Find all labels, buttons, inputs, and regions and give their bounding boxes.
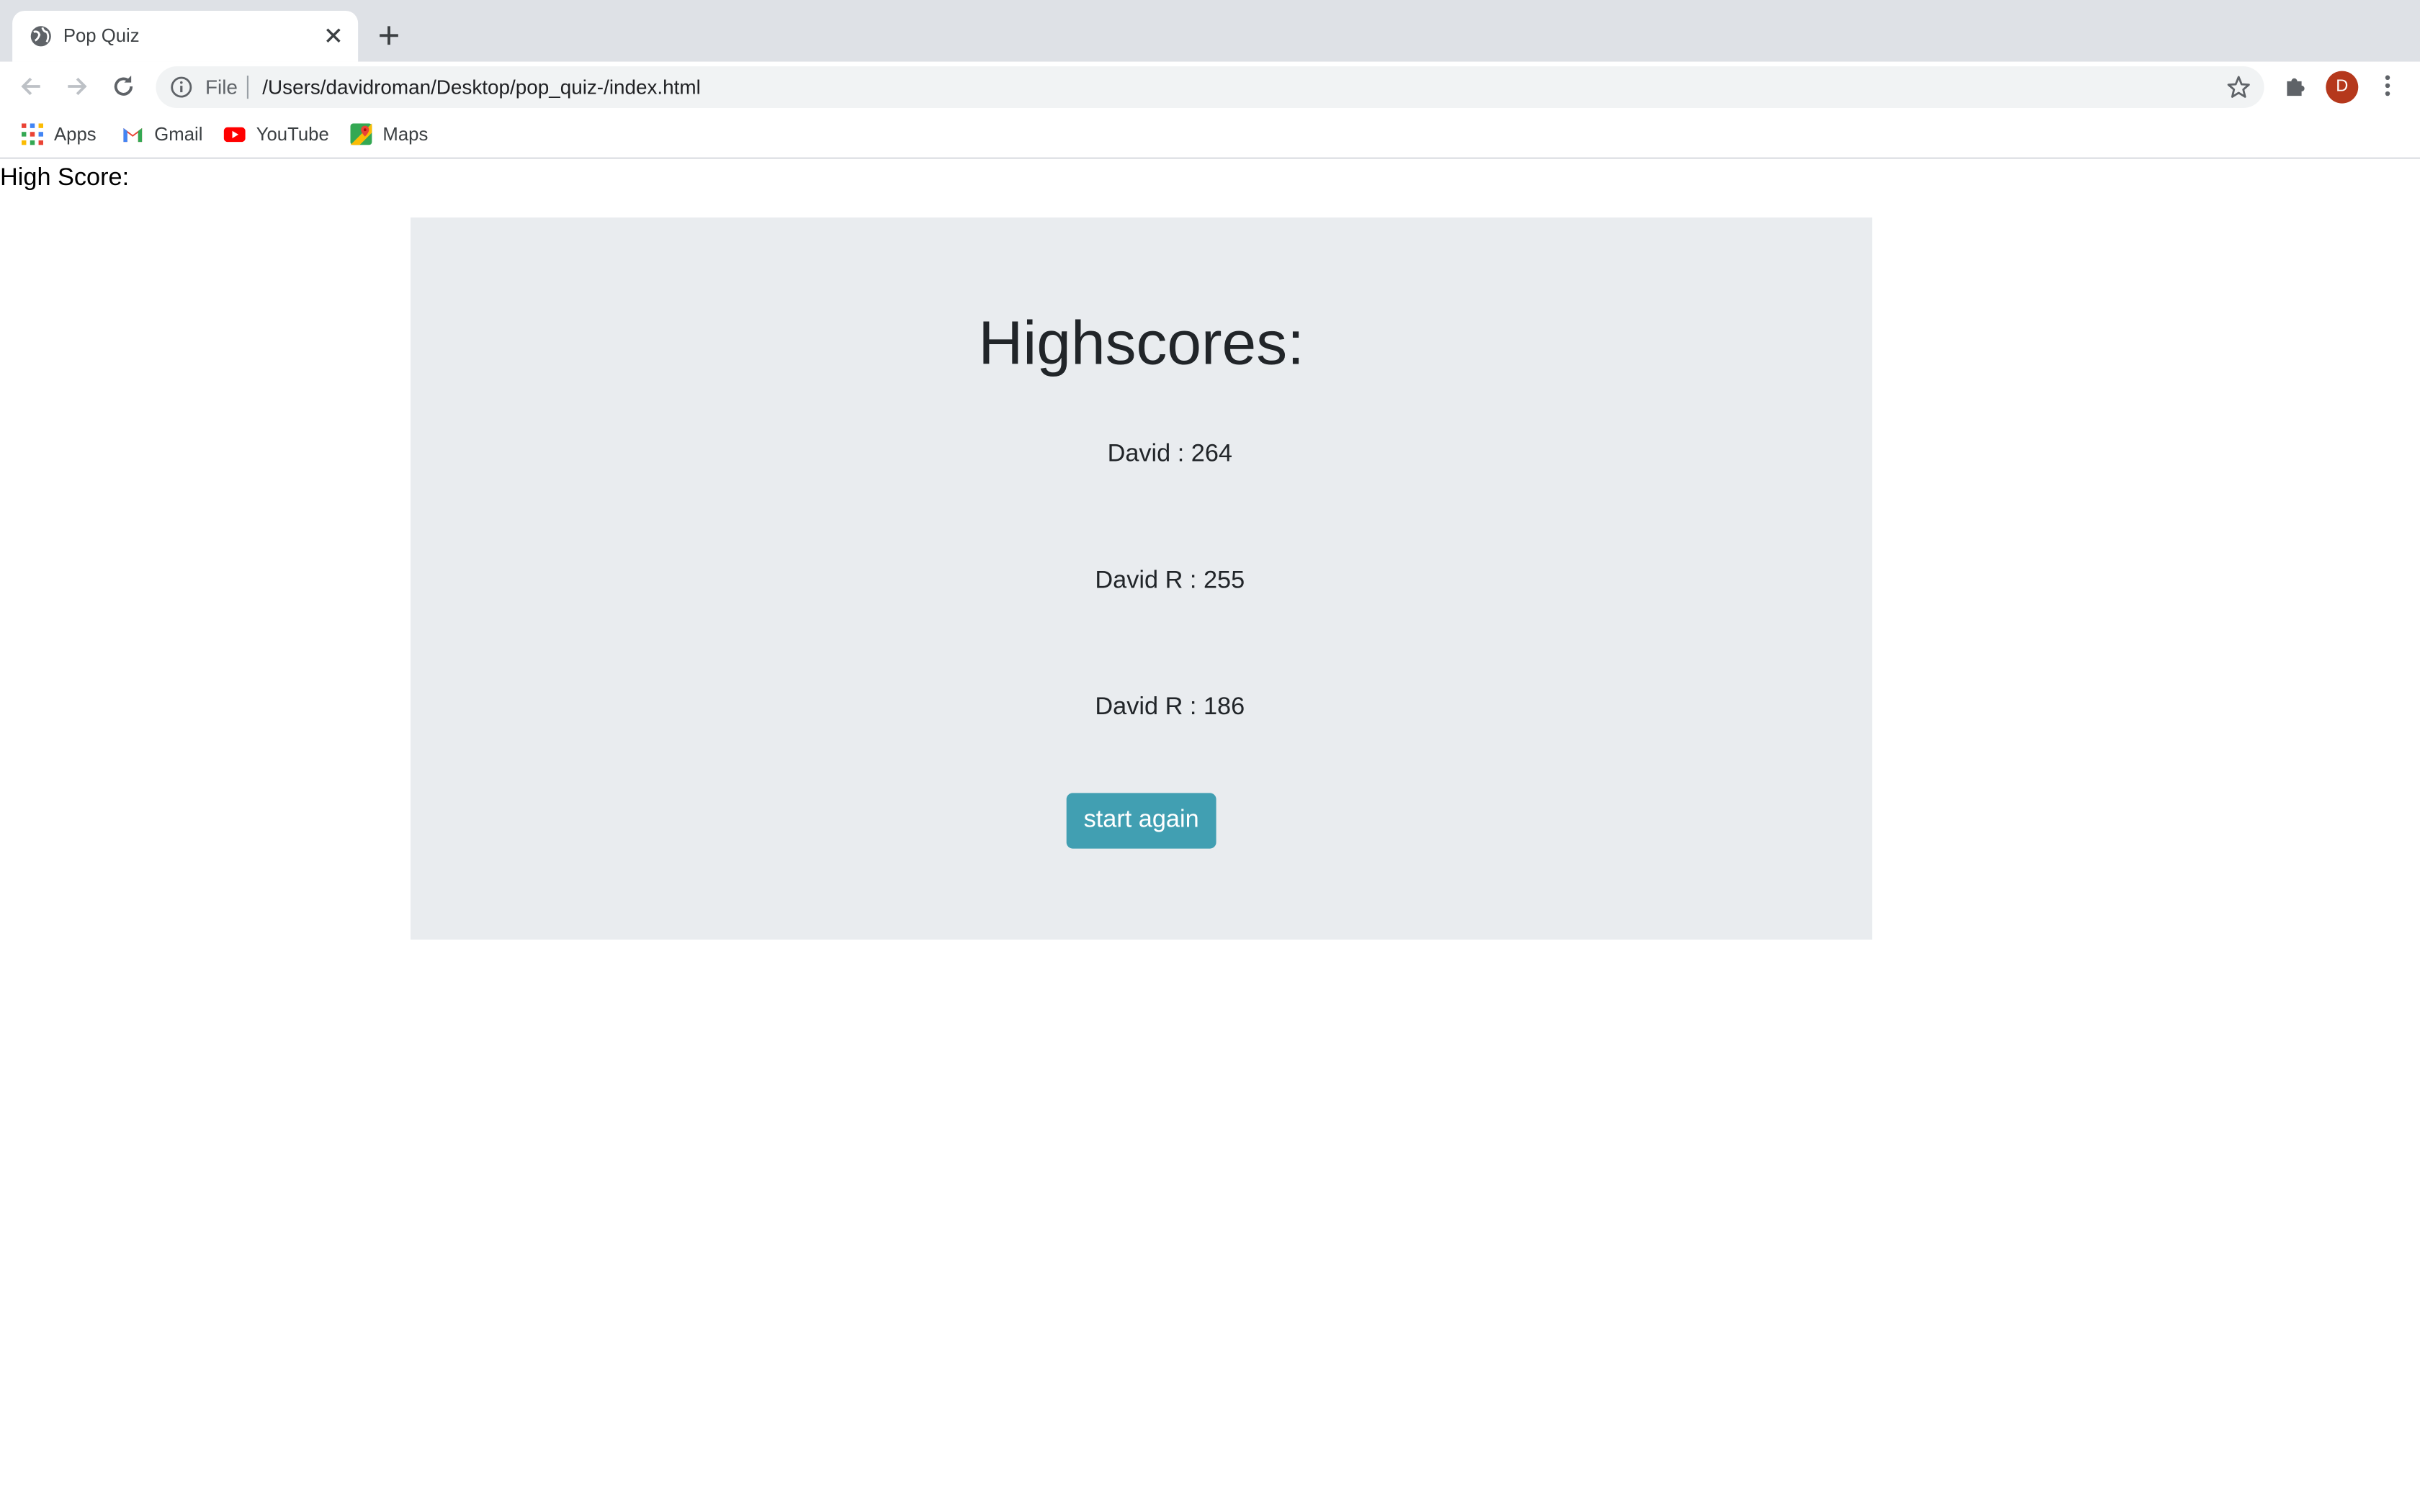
page-title: Highscores: [978, 310, 1304, 378]
youtube-icon [223, 123, 246, 145]
divider [246, 76, 248, 99]
globe-icon [30, 24, 53, 48]
new-tab-icon[interactable] [375, 22, 403, 50]
score-entry: David R : 186 [1095, 694, 1245, 721]
apps-grid-icon [22, 123, 43, 145]
tab-title: Pop Quiz [63, 24, 140, 47]
tab-pop-quiz[interactable]: Pop Quiz [12, 11, 359, 62]
reload-icon[interactable] [108, 71, 139, 102]
profile-avatar[interactable]: D [2326, 71, 2359, 104]
highscores-card: Highscores: David : 264 David R : 255 Da… [411, 217, 1873, 940]
bookmark-maps[interactable]: Maps [350, 122, 435, 148]
browser-window: Pop Quiz File /Users/davidroman/Desktop/… [0, 0, 2420, 1512]
bookmark-star-icon[interactable] [2226, 74, 2251, 100]
bookmark-label: YouTube [256, 123, 329, 145]
address-bar[interactable]: File /Users/davidroman/Desktop/pop_quiz-… [156, 66, 2264, 108]
info-icon[interactable] [170, 76, 193, 99]
url-scheme: File [205, 76, 238, 99]
score-entry: David : 264 [1107, 441, 1233, 468]
bookmark-youtube[interactable]: YouTube [223, 122, 332, 148]
bookmark-label: Maps [382, 123, 429, 145]
bookmark-label: Apps [54, 123, 97, 145]
more-vertical-icon[interactable] [2375, 73, 2400, 99]
high-score-label: High Score: [0, 165, 130, 192]
url-text[interactable]: /Users/davidroman/Desktop/pop_quiz-/inde… [262, 76, 701, 99]
extensions-puzzle-icon[interactable] [2282, 73, 2308, 99]
forward-arrow-icon[interactable] [62, 71, 93, 102]
bookmark-gmail[interactable]: Gmail [122, 122, 207, 148]
browser-toolbar: File /Users/davidroman/Desktop/pop_quiz-… [0, 61, 2420, 112]
page-content: High Score: Highscores: David : 264 Davi… [0, 160, 2420, 1512]
gmail-icon [122, 123, 143, 145]
bookmark-label: Gmail [154, 123, 203, 145]
bookmark-apps[interactable]: Apps [22, 122, 102, 148]
close-icon[interactable] [323, 24, 344, 46]
start-again-button[interactable]: start again [1066, 793, 1216, 849]
bookmarks-bar: Apps Gmail YouTube Maps [0, 111, 2420, 159]
maps-icon [350, 123, 372, 145]
tab-strip: Pop Quiz [0, 0, 2420, 62]
back-arrow-icon[interactable] [15, 71, 46, 102]
score-entry: David R : 255 [1095, 567, 1245, 594]
